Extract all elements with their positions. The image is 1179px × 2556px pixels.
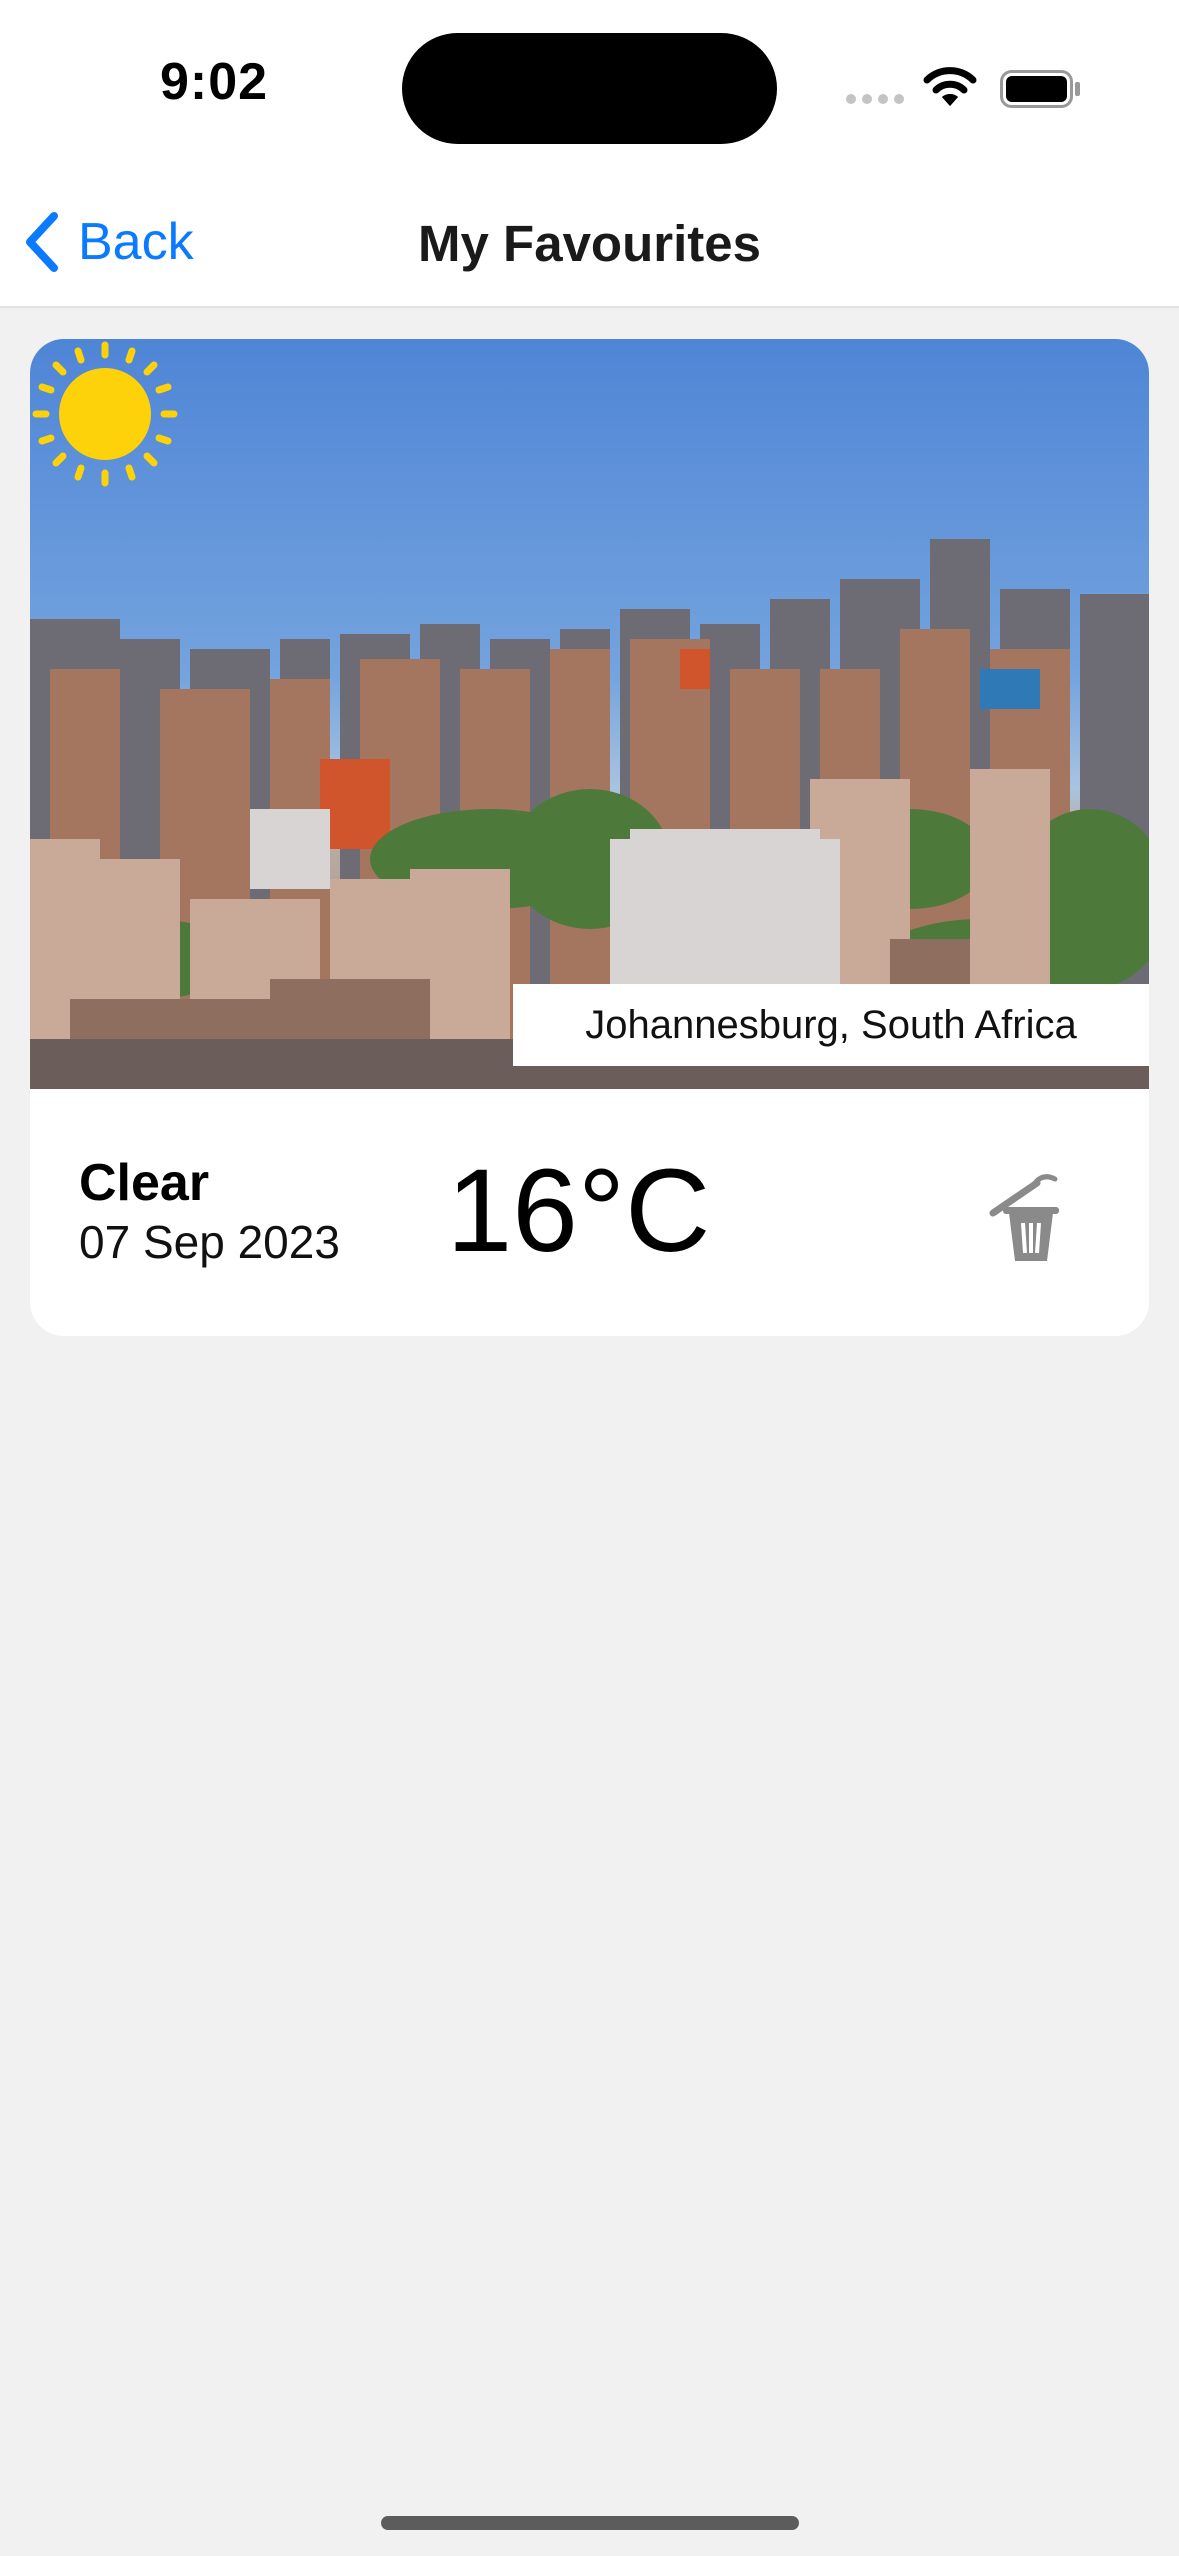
status-time: 9:02	[160, 53, 269, 111]
delete-button[interactable]	[975, 1169, 1075, 1269]
home-indicator[interactable]	[381, 2516, 799, 2530]
trash-icon	[989, 1174, 1059, 1261]
status-bar: 9:02	[0, 0, 1179, 176]
sun-icon	[32, 341, 178, 487]
favourite-card[interactable]: Johannesburg, South Africa Clear 07 Sep …	[30, 339, 1149, 1336]
page-title: My Favourites	[418, 215, 761, 272]
dynamic-island	[402, 33, 777, 144]
cellular-signal-icon	[846, 94, 906, 108]
navigation-bar: Back My Favourites	[0, 176, 1179, 308]
location-label: Johannesburg, South Africa	[513, 984, 1149, 1066]
wifi-icon	[923, 67, 977, 106]
battery-icon	[1000, 70, 1080, 108]
city-photo: Johannesburg, South Africa	[30, 339, 1149, 1089]
